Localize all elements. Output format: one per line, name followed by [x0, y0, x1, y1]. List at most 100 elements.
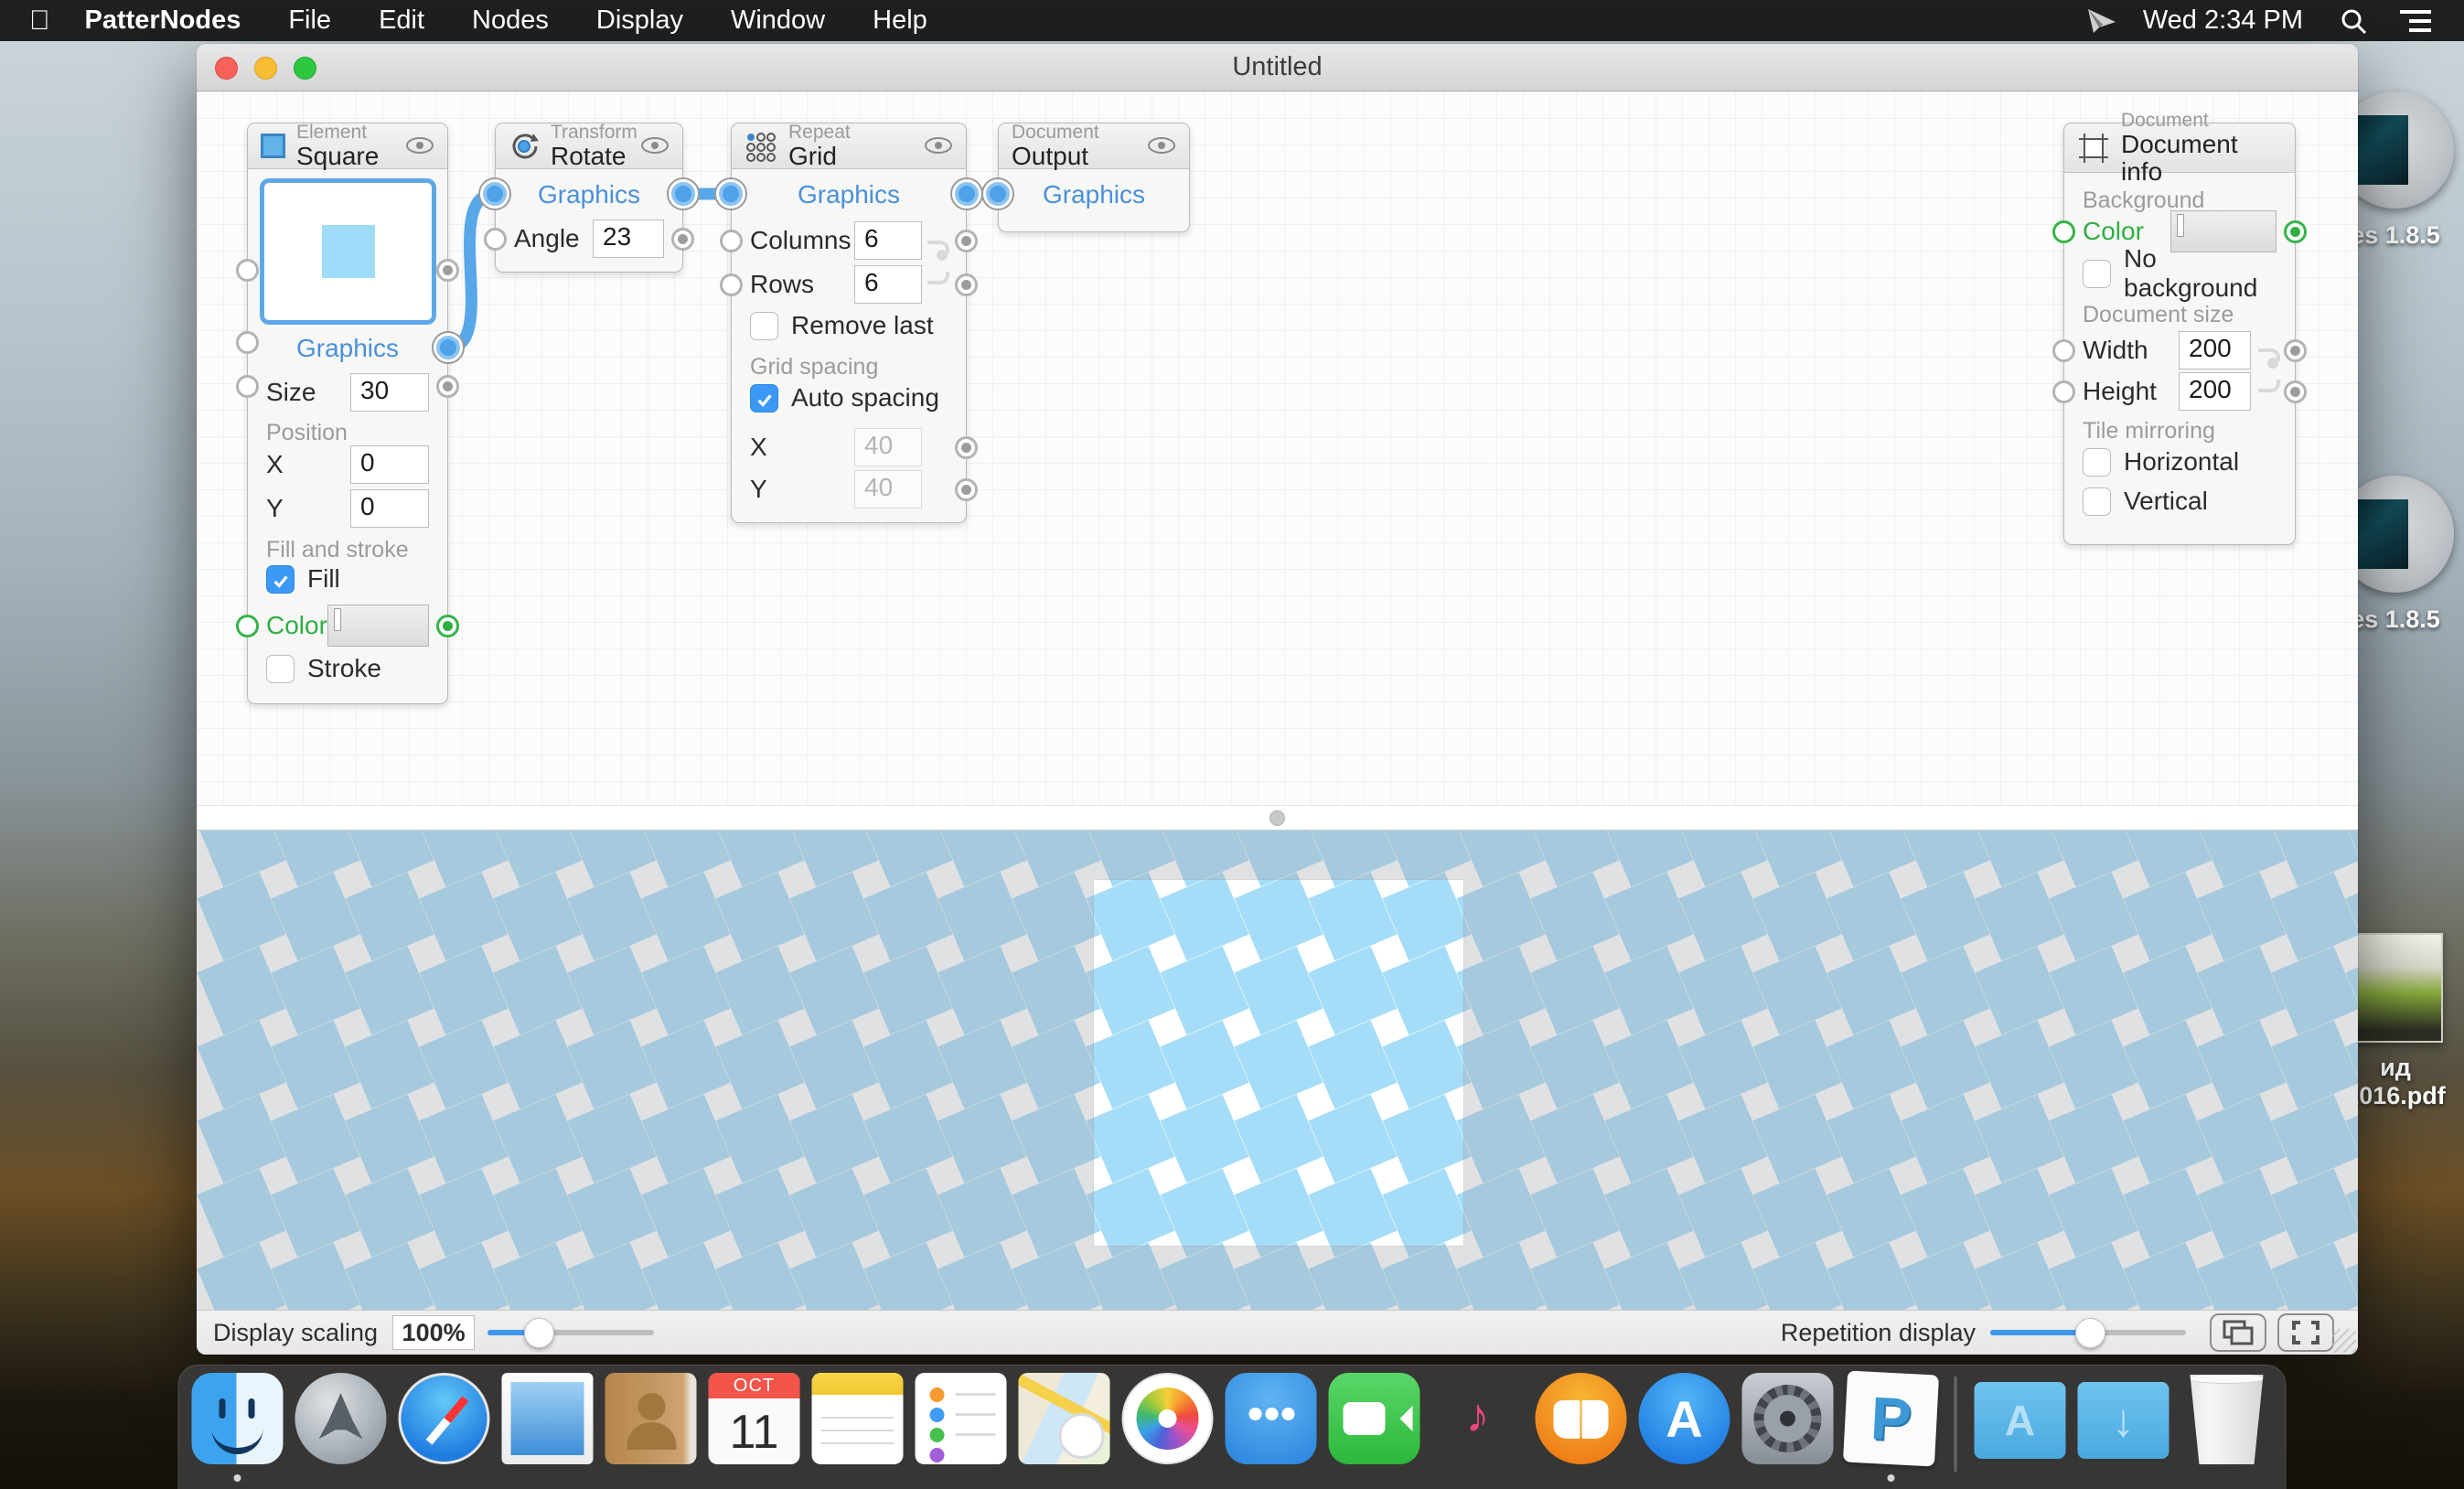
- x-output-port[interactable]: [436, 331, 459, 354]
- horizontal-checkbox[interactable]: [2083, 448, 2111, 477]
- menu-display[interactable]: Display: [596, 5, 683, 36]
- title-bar[interactable]: Untitled: [197, 44, 2358, 91]
- height-input-port[interactable]: [2052, 380, 2075, 403]
- close-button[interactable]: [215, 57, 238, 80]
- splitter-handle[interactable]: [1269, 810, 1285, 826]
- dock-launchpad-icon[interactable]: [295, 1373, 387, 1484]
- color-output-port[interactable]: [436, 615, 459, 637]
- dock-system-preferences-icon[interactable]: [1742, 1373, 1834, 1484]
- dock-photos-icon[interactable]: [1122, 1373, 1214, 1484]
- y-input[interactable]: 0: [350, 489, 429, 528]
- display-scaling-value[interactable]: 100%: [392, 1315, 475, 1350]
- node-grid-header[interactable]: Repeat Grid: [732, 123, 966, 169]
- width-input-port[interactable]: [2052, 339, 2075, 362]
- node-grid[interactable]: Repeat Grid Graphics Columns 6 Rows 6: [731, 123, 967, 523]
- x-input[interactable]: 0: [350, 445, 429, 484]
- dock-notes-icon[interactable]: [812, 1373, 904, 1484]
- pane-splitter[interactable]: [197, 805, 2358, 830]
- x-input-port[interactable]: [236, 331, 259, 354]
- spotlight-search-icon[interactable]: [2340, 7, 2367, 35]
- no-background-checkbox[interactable]: [2083, 260, 2111, 288]
- menu-file[interactable]: File: [288, 5, 331, 36]
- window-resize-grip[interactable]: [2332, 1329, 2356, 1353]
- y-output-port[interactable]: [436, 375, 459, 398]
- y-input-port[interactable]: [236, 375, 259, 398]
- node-output-header[interactable]: Document Output: [999, 123, 1189, 169]
- rows-input[interactable]: 6: [854, 265, 922, 304]
- columns-input[interactable]: 6: [854, 221, 922, 260]
- stroke-checkbox[interactable]: [266, 655, 295, 683]
- dock-appstore-icon[interactable]: [1639, 1373, 1730, 1484]
- height-input[interactable]: 200: [2179, 372, 2251, 411]
- dock-maps-icon[interactable]: [1019, 1373, 1110, 1484]
- node-canvas[interactable]: Element Square Graphics Size 30 Position…: [197, 91, 2358, 805]
- bg-color-output-port[interactable]: [2284, 220, 2307, 243]
- notification-center-icon[interactable]: [2400, 9, 2431, 33]
- dock-mail-icon[interactable]: [502, 1373, 594, 1484]
- dock-reminders-icon[interactable]: [916, 1373, 1007, 1484]
- link-columns-rows-icon[interactable]: [924, 235, 951, 295]
- node-rotate[interactable]: Transform Rotate Graphics Angle 23: [495, 123, 683, 273]
- display-scaling-slider[interactable]: [487, 1330, 654, 1335]
- dock-finder-icon[interactable]: [192, 1373, 284, 1484]
- dock-contacts-icon[interactable]: [605, 1373, 697, 1484]
- angle-input-port[interactable]: [484, 228, 507, 251]
- width-input[interactable]: 200: [2179, 331, 2251, 370]
- fill-checkbox[interactable]: [266, 565, 295, 594]
- repetition-display-slider-thumb[interactable]: [2075, 1318, 2105, 1348]
- node-square-header[interactable]: Element Square: [248, 123, 447, 169]
- app-menu[interactable]: PatterNodes: [85, 5, 241, 36]
- height-output-port[interactable]: [2284, 380, 2307, 403]
- angle-output-port[interactable]: [671, 228, 694, 251]
- menu-edit[interactable]: Edit: [379, 5, 424, 36]
- node-rotate-header[interactable]: Transform Rotate: [496, 123, 682, 169]
- menu-nodes[interactable]: Nodes: [472, 5, 549, 36]
- angle-input[interactable]: 23: [593, 220, 664, 258]
- width-output-port[interactable]: [2284, 339, 2307, 362]
- fill-color-well[interactable]: [327, 605, 429, 647]
- node-document-info[interactable]: Document Document info Background Color …: [2063, 123, 2296, 545]
- dock-facetime-icon[interactable]: [1329, 1373, 1420, 1484]
- dock-calendar-icon[interactable]: OCT11: [709, 1373, 800, 1484]
- dock-trash-icon[interactable]: [2181, 1373, 2273, 1484]
- node-output[interactable]: Document Output Graphics: [998, 123, 1190, 232]
- eye-visibility-icon[interactable]: [1147, 136, 1176, 159]
- node-document-info-header[interactable]: Document Document info: [2064, 123, 2295, 173]
- eye-visibility-icon[interactable]: [640, 136, 670, 159]
- vertical-checkbox[interactable]: [2083, 487, 2111, 516]
- fullscreen-button[interactable]: [2277, 1313, 2334, 1352]
- dock-patternodes-icon[interactable]: [1846, 1373, 1937, 1484]
- color-input-port[interactable]: [236, 615, 259, 637]
- apple-menu-icon[interactable]: : [29, 5, 50, 37]
- patternodes-status-icon[interactable]: [2086, 7, 2117, 35]
- size-output-port[interactable]: [436, 259, 459, 282]
- display-scaling-slider-thumb[interactable]: [524, 1318, 554, 1348]
- menu-clock[interactable]: Wed 2:34 PM: [2143, 5, 2303, 36]
- dock-safari-icon[interactable]: [399, 1373, 490, 1484]
- size-input-port[interactable]: [236, 259, 259, 282]
- repetition-display-slider[interactable]: [1990, 1330, 2186, 1335]
- columns-input-port[interactable]: [720, 230, 743, 252]
- node-square[interactable]: Element Square Graphics Size 30 Position…: [247, 123, 448, 704]
- spacing-x-input[interactable]: 40: [854, 428, 922, 466]
- tile-view-button[interactable]: [2210, 1313, 2266, 1352]
- pattern-preview[interactable]: [197, 830, 2358, 1310]
- dock-messages-icon[interactable]: [1226, 1373, 1317, 1484]
- link-width-height-icon[interactable]: [2255, 343, 2282, 402]
- eye-visibility-icon[interactable]: [924, 136, 953, 159]
- spacing-y-output-port[interactable]: [955, 478, 978, 501]
- zoom-button[interactable]: [294, 57, 316, 80]
- rows-input-port[interactable]: [720, 273, 743, 296]
- size-input[interactable]: 30: [350, 373, 429, 412]
- remove-last-checkbox[interactable]: [750, 312, 778, 340]
- menu-window[interactable]: Window: [731, 5, 825, 36]
- columns-output-port[interactable]: [955, 230, 978, 252]
- bg-color-input-port[interactable]: [2052, 220, 2075, 243]
- dock-folder-applications-icon[interactable]: [1975, 1373, 2066, 1484]
- auto-spacing-checkbox[interactable]: [750, 384, 778, 412]
- dock-itunes-icon[interactable]: [1432, 1373, 1524, 1484]
- spacing-y-input[interactable]: 40: [854, 470, 922, 509]
- rows-output-port[interactable]: [955, 273, 978, 296]
- dock-ibooks-icon[interactable]: [1536, 1373, 1627, 1484]
- spacing-x-output-port[interactable]: [955, 436, 978, 459]
